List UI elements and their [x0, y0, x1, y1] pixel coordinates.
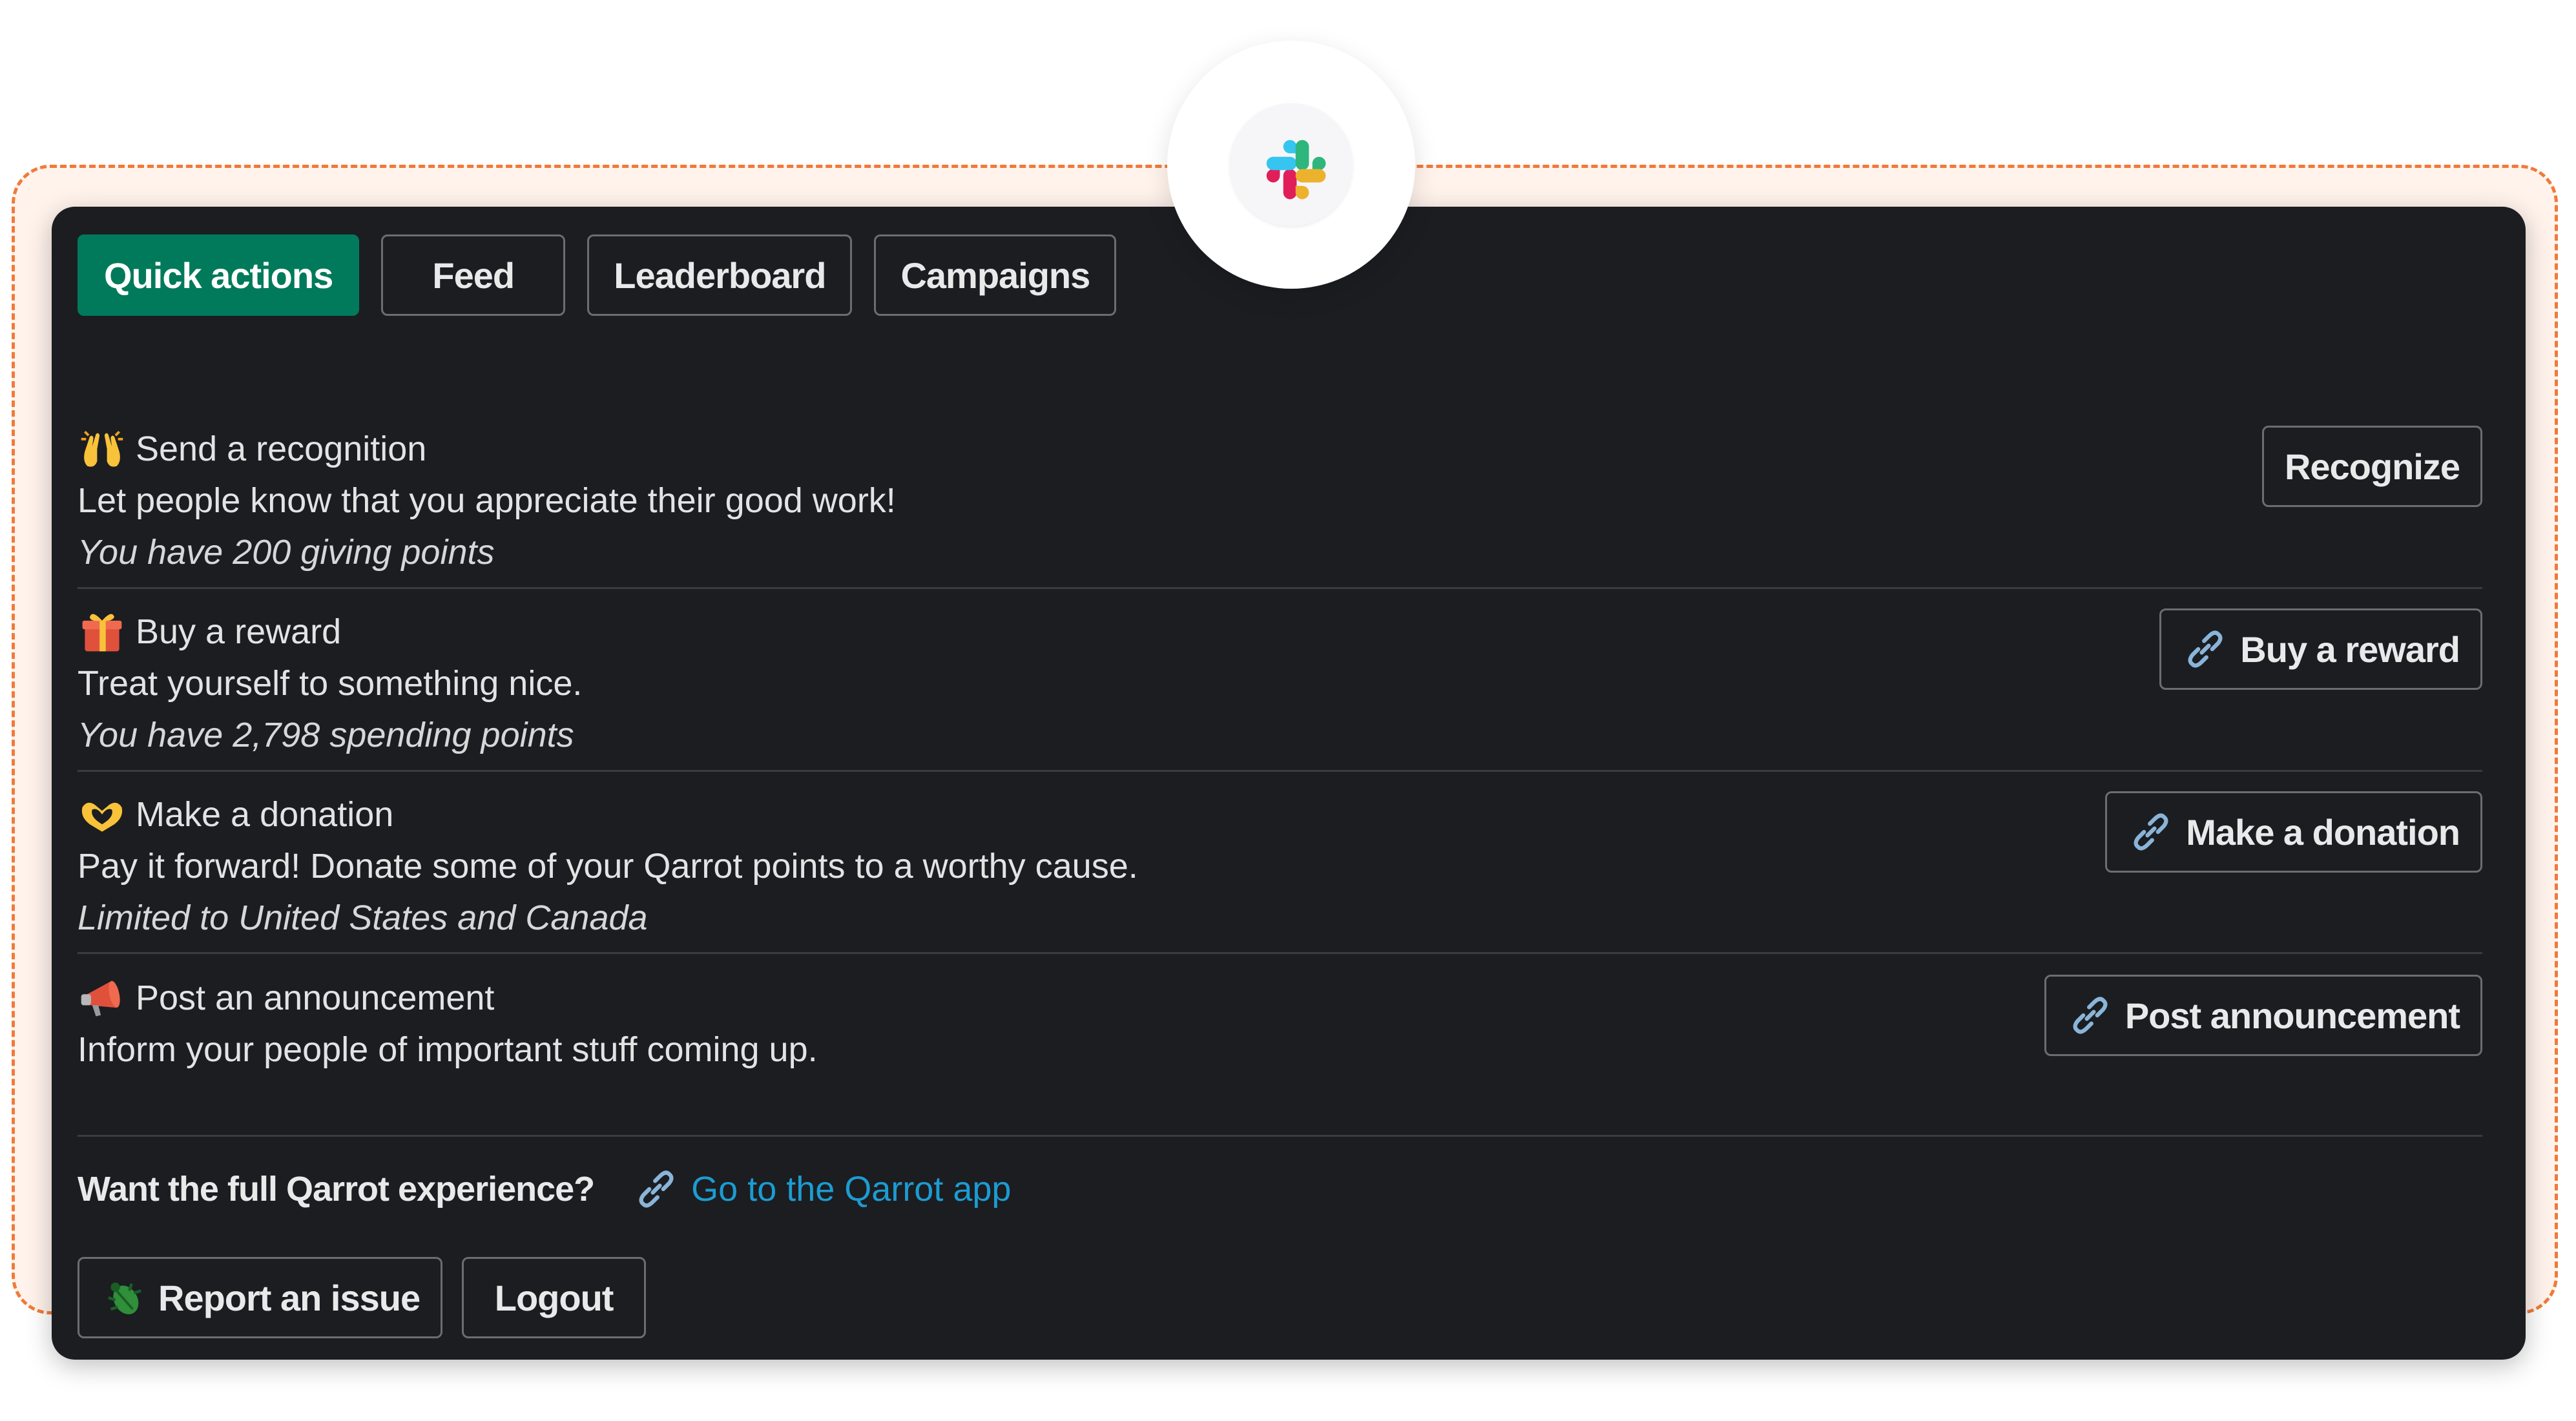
action-description: Treat yourself to something nice.: [78, 664, 583, 703]
action-row-reward: Buy a reward Treat yourself to something…: [78, 606, 2482, 761]
raised-hands-icon: [78, 424, 127, 473]
action-title-row: Buy a reward: [78, 606, 2482, 658]
tab-bar: Quick actions Feed Leaderboard Campaigns: [78, 234, 1117, 316]
link-icon: [2128, 809, 2174, 855]
beetle-icon: [100, 1273, 149, 1322]
action-row-donation: Make a donation Pay it forward! Donate s…: [78, 789, 2482, 944]
button-label: Logout: [494, 1277, 614, 1318]
app-link-label: Go to the Qarrot app: [691, 1170, 1012, 1208]
action-note: You have 200 giving points: [78, 533, 495, 572]
action-description: Let people know that you appreciate thei…: [78, 481, 896, 520]
tab-quick-actions[interactable]: Quick actions: [78, 234, 360, 316]
link-icon: [633, 1166, 680, 1212]
heart-hands-icon: [78, 790, 127, 839]
button-label: Recognize: [2284, 446, 2460, 487]
footer-question: Want the full Qarrot experience?: [78, 1170, 595, 1208]
row-divider: [78, 587, 2482, 589]
button-label: Report an issue: [158, 1277, 421, 1318]
action-title: Send a recognition: [136, 430, 427, 468]
buy-reward-button[interactable]: Buy a reward: [2159, 608, 2482, 690]
action-row-announcement: Post an announcement Inform your people …: [78, 972, 2482, 1075]
qarrot-app-link[interactable]: Go to the Qarrot app: [633, 1166, 1011, 1212]
make-donation-button[interactable]: Make a donation: [2105, 791, 2482, 873]
slack-logo-badge: [1167, 41, 1415, 289]
button-label: Buy a reward: [2240, 628, 2460, 670]
button-label: Post announcement: [2124, 995, 2460, 1036]
logout-button[interactable]: Logout: [462, 1257, 647, 1338]
slack-logo-icon: [1230, 103, 1353, 226]
action-title: Post an announcement: [136, 979, 495, 1017]
row-divider: [78, 770, 2482, 772]
footer-divider: [78, 1135, 2482, 1137]
report-issue-button[interactable]: Report an issue: [78, 1257, 443, 1338]
link-icon: [2182, 626, 2228, 672]
action-title: Make a donation: [136, 795, 394, 834]
footer-buttons: Report an issue Logout: [78, 1257, 647, 1338]
tab-feed[interactable]: Feed: [381, 234, 566, 316]
tab-leaderboard[interactable]: Leaderboard: [587, 234, 853, 316]
gift-icon: [78, 607, 127, 656]
row-divider: [78, 952, 2482, 954]
action-note: You have 2,798 spending points: [78, 716, 574, 754]
tab-campaigns[interactable]: Campaigns: [874, 234, 1117, 316]
megaphone-icon: [78, 973, 127, 1022]
stage: Quick actions Feed Leaderboard Campaigns…: [0, 0, 2576, 1421]
link-icon: [2067, 992, 2114, 1039]
action-title-row: Send a recognition: [78, 423, 2482, 475]
action-note: Limited to United States and Canada: [78, 898, 648, 937]
action-row-recognition: Send a recognition Let people know that …: [78, 423, 2482, 578]
button-label: Make a donation: [2186, 811, 2460, 853]
action-title: Buy a reward: [136, 612, 342, 651]
footer-line: Want the full Qarrot experience? Go to t…: [78, 1166, 1011, 1212]
recognize-button[interactable]: Recognize: [2261, 426, 2482, 507]
post-announcement-button[interactable]: Post announcement: [2044, 975, 2482, 1056]
slack-logo-svg: [1266, 140, 1326, 200]
